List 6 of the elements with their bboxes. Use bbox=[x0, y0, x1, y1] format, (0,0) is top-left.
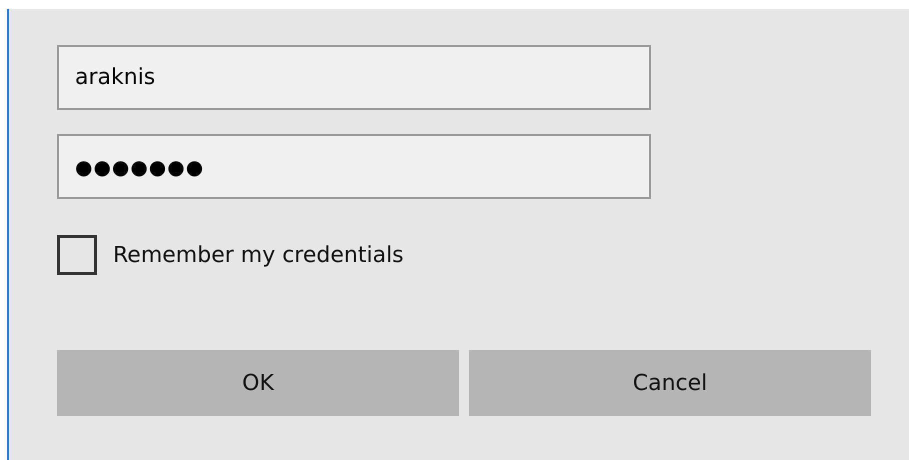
cancel-button[interactable]: Cancel bbox=[469, 350, 871, 416]
ok-button[interactable]: OK bbox=[57, 350, 459, 416]
username-field[interactable]: araknis bbox=[57, 45, 651, 110]
checkbox-label: Remember my credentials bbox=[113, 242, 404, 270]
password-field[interactable]: ●●●●●●● bbox=[57, 134, 651, 199]
checkbox[interactable] bbox=[57, 235, 97, 275]
